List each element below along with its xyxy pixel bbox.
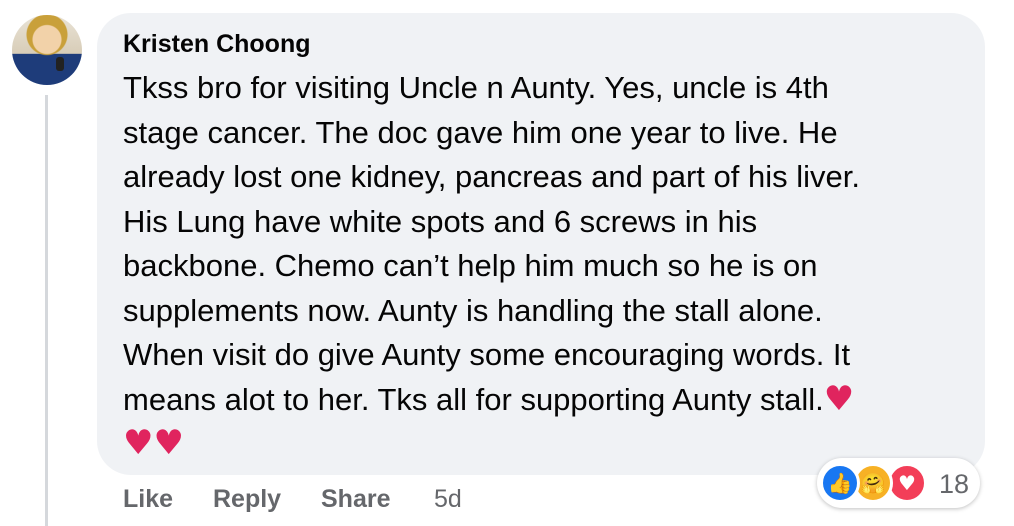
heart-emoji: ♥ <box>823 378 855 419</box>
comment-text: Tkss bro for visiting Uncle n Aunty. Yes… <box>123 66 953 467</box>
avatar[interactable] <box>12 15 82 85</box>
hearts-emoji-line: ♥♥ <box>123 423 184 463</box>
share-button[interactable]: Share <box>321 485 390 514</box>
love-icon: ♥ <box>887 463 927 503</box>
reactions-summary[interactable]: 👍 🤗 ♥ 18 <box>817 458 980 508</box>
like-icon: 👍 <box>820 463 860 503</box>
microphone-detail <box>56 57 64 71</box>
comment-body: Tkss bro for visiting Uncle n Aunty. Yes… <box>123 70 860 417</box>
reaction-count: 18 <box>939 469 970 499</box>
timestamp[interactable]: 5d <box>434 485 462 514</box>
reply-button[interactable]: Reply <box>213 485 281 514</box>
comment-author[interactable]: Kristen Choong <box>123 30 311 59</box>
like-button[interactable]: Like <box>123 485 173 514</box>
thread-line <box>45 95 48 526</box>
